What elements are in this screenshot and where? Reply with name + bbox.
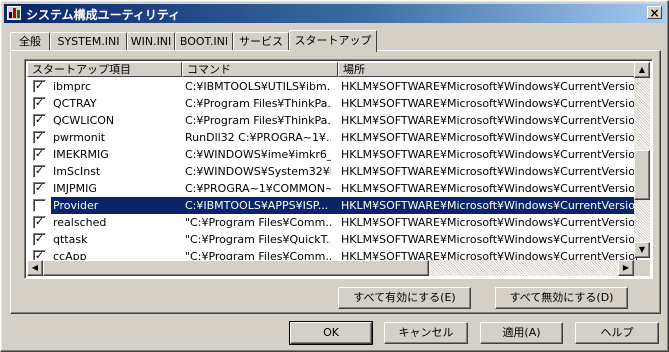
enable-all-button[interactable]: すべて有効にする(E) [338, 287, 471, 309]
window-title: システム構成ユーティリティ [26, 8, 181, 22]
scroll-left-button[interactable]: ◀ [27, 260, 43, 276]
startup-checkbox[interactable] [33, 199, 46, 212]
startup-checkbox[interactable]: ✓ [33, 97, 46, 110]
scroll-corner [634, 260, 650, 276]
column-header-startup-item[interactable]: スタートアップ項目 [27, 62, 182, 77]
startup-location: HKLM¥SOFTWARE¥Microsoft¥Windows¥CurrentV… [341, 131, 639, 144]
startup-command: C:¥WINDOWS¥System32¥I... [185, 165, 331, 178]
list-item[interactable]: ✓ IMJPMIG C:¥PROGRA~1¥COMMON~... HKLM¥SOFTW… [27, 180, 639, 197]
startup-item-name: QCWLICON [53, 114, 115, 127]
startup-item-name: ibmprc [53, 80, 92, 93]
scroll-down-button[interactable]: ▼ [634, 242, 650, 258]
startup-location: HKLM¥SOFTWARE¥Microsoft¥Windows¥CurrentV… [341, 80, 639, 93]
scroll-right-button[interactable]: ▶ [618, 260, 634, 276]
close-button[interactable]: × [647, 6, 662, 19]
startup-checkbox[interactable]: ✓ [33, 148, 46, 161]
list-item[interactable]: ✓ pwrmonit RunDll32 C:¥PROGRA~1¥... HKLM¥SO… [27, 129, 639, 146]
list-item[interactable]: ✓ QCTRAY C:¥Program Files¥ThinkPa... HKLM¥S… [27, 95, 639, 112]
startup-list[interactable]: スタートアップ項目 コマンド 場所 ✓ ibmprc C:¥IBMTOOLS¥UTI… [24, 59, 653, 279]
horizontal-scrollbar[interactable]: ◀ ▶ [27, 260, 634, 276]
startup-command: C:¥PROGRA~1¥COMMON~... [185, 182, 331, 195]
msconfig-app-icon [7, 6, 21, 20]
startup-item-name: IMJPMIG [53, 182, 97, 195]
startup-checkbox[interactable]: ✓ [33, 131, 46, 144]
startup-checkbox[interactable]: ✓ [33, 80, 46, 93]
help-button[interactable]: ヘルプ [575, 322, 659, 344]
startup-location: HKLM¥SOFTWARE¥Microsoft¥Windows¥CurrentV… [341, 97, 639, 110]
startup-command: C:¥WINDOWS¥ime¥imkr6_1... [185, 148, 331, 161]
scroll-up-button[interactable]: ▲ [634, 62, 650, 78]
startup-item-name: QCTRAY [53, 97, 97, 110]
list-item[interactable]: ✓ realsched "C:¥Program Files¥Comm... HKLM¥… [27, 214, 639, 231]
startup-item-name: ImScInst [53, 165, 101, 178]
title-bar[interactable]: システム構成ユーティリティ × [4, 4, 665, 23]
startup-checkbox[interactable]: ✓ [33, 114, 46, 127]
startup-location: HKLM¥SOFTWARE¥Microsoft¥Windows¥CurrentV… [341, 114, 639, 127]
tab-win-ini[interactable]: WIN.INI [127, 32, 175, 50]
startup-checkbox[interactable]: ✓ [33, 233, 46, 246]
list-item[interactable]: ✓ IMEKRMIG C:¥WINDOWS¥ime¥imkr6_1... HKLM¥S… [27, 146, 639, 163]
startup-location: HKLM¥SOFTWARE¥Microsoft¥Windows¥CurrentV… [341, 165, 639, 178]
horizontal-scroll-thumb[interactable] [43, 260, 429, 276]
startup-checkbox[interactable]: ✓ [33, 165, 46, 178]
startup-item-name: qttask [53, 233, 88, 246]
startup-tab-panel: スタートアップ項目 コマンド 場所 ✓ ibmprc C:¥IBMTOOLS¥UTI… [10, 50, 661, 314]
startup-checkbox[interactable]: ✓ [33, 216, 46, 229]
startup-location: HKLM¥SOFTWARE¥Microsoft¥Windows¥CurrentV… [341, 182, 639, 195]
startup-command: C:¥IBMTOOLS¥UTILS¥ibm... [185, 80, 331, 93]
startup-command: C:¥Program Files¥ThinkPa... [185, 97, 331, 110]
system-config-window: システム構成ユーティリティ × 全般 SYSTEM.INI WIN.INI BO… [0, 0, 669, 352]
tab-general[interactable]: 全般 [10, 32, 50, 50]
column-header-command[interactable]: コマンド [182, 62, 338, 77]
startup-command: "C:¥Program Files¥Comm... [185, 216, 331, 229]
startup-item-name: IMEKRMIG [53, 148, 109, 161]
tab-system-ini[interactable]: SYSTEM.INI [50, 32, 127, 50]
apply-button[interactable]: 適用(A) [480, 322, 563, 344]
cancel-button[interactable]: キャンセル [384, 322, 468, 344]
list-item[interactable]: ✓ qttask "C:¥Program Files¥QuickT... HKLM¥S… [27, 231, 639, 248]
startup-item-name: Provider [53, 199, 99, 212]
tab-boot-ini[interactable]: BOOT.INI [175, 32, 233, 50]
tab-services[interactable]: サービス [233, 32, 289, 50]
column-header-location[interactable]: 場所 [338, 62, 639, 77]
startup-item-name: pwrmonit [53, 131, 106, 144]
startup-location: HKLM¥SOFTWARE¥Microsoft¥Windows¥CurrentV… [341, 148, 639, 161]
startup-command: C:¥Program Files¥ThinkPa... [185, 114, 331, 127]
list-header: スタートアップ項目 コマンド 場所 [27, 62, 639, 77]
list-item[interactable]: ✓ ImScInst C:¥WINDOWS¥System32¥I... HKLM¥SO… [27, 163, 639, 180]
disable-all-button[interactable]: すべて無効にする(D) [495, 287, 628, 309]
list-item[interactable]: Provider C:¥IBMTOOLS¥APPS¥ISP... HKLM¥SOFT… [27, 197, 639, 214]
startup-command: RunDll32 C:¥PROGRA~1¥... [185, 131, 331, 144]
startup-location: HKLM¥SOFTWARE¥Microsoft¥Windows¥CurrentV… [341, 233, 639, 246]
startup-command: C:¥IBMTOOLS¥APPS¥ISP... [185, 199, 329, 212]
vertical-scroll-thumb[interactable] [634, 150, 650, 200]
startup-location: HKLM¥SOFTWARE¥Microsoft¥Windows¥CurrentV… [341, 216, 639, 229]
startup-command: "C:¥Program Files¥QuickT... [185, 233, 331, 246]
startup-location: HKLM¥SOFTWARE¥Microsoft¥Windows¥CurrentV… [341, 199, 639, 212]
startup-item-name: realsched [53, 216, 107, 229]
list-item[interactable]: ✓ QCWLICON C:¥Program Files¥ThinkPa... HKLM… [27, 112, 639, 129]
ok-button[interactable]: OK [289, 321, 373, 345]
startup-checkbox[interactable]: ✓ [33, 182, 46, 195]
vertical-scrollbar[interactable]: ▲ ▼ [634, 62, 650, 258]
tab-startup[interactable]: スタートアップ [289, 30, 377, 52]
list-item[interactable]: ✓ ibmprc C:¥IBMTOOLS¥UTILS¥ibm... HKLM¥SOFT… [27, 78, 639, 95]
